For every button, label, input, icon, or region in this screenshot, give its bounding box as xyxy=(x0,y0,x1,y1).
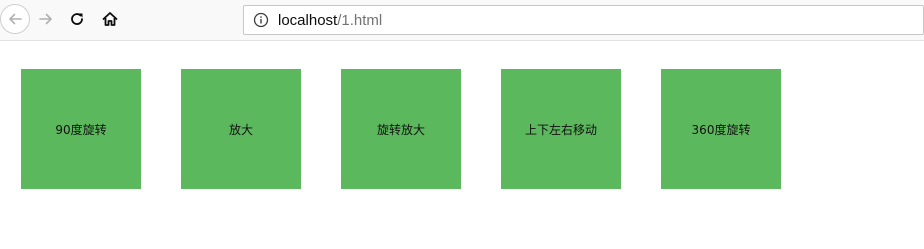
scale-box[interactable]: 放大 xyxy=(181,69,301,189)
reload-button[interactable] xyxy=(63,5,91,33)
forward-button[interactable] xyxy=(32,5,60,33)
back-arrow-icon xyxy=(9,13,22,25)
box-label: 旋转放大 xyxy=(376,122,425,137)
home-icon xyxy=(102,12,118,26)
rotate-scale-box[interactable]: 旋转放大 xyxy=(341,69,461,189)
box-label: 放大 xyxy=(228,122,253,137)
browser-toolbar: localhost/1.html xyxy=(0,0,924,41)
box-label: 90度旋转 xyxy=(55,122,107,137)
url-path: /1.html xyxy=(337,11,383,29)
back-button[interactable] xyxy=(0,4,30,34)
home-button[interactable] xyxy=(96,5,124,33)
url-bar[interactable]: localhost/1.html xyxy=(243,5,924,35)
rotate-90-box[interactable]: 90度旋转 xyxy=(21,69,141,189)
move-box[interactable]: 上下左右移动 xyxy=(501,69,621,189)
forward-arrow-icon xyxy=(39,13,52,25)
reload-icon xyxy=(71,13,83,25)
url-host: localhost xyxy=(278,11,338,29)
info-icon[interactable] xyxy=(252,11,270,29)
box-label: 上下左右移动 xyxy=(524,122,597,137)
url-text: localhost/1.html xyxy=(278,12,382,29)
rotate-360-box[interactable]: 360度旋转 xyxy=(661,69,781,189)
box-label: 360度旋转 xyxy=(691,122,751,137)
